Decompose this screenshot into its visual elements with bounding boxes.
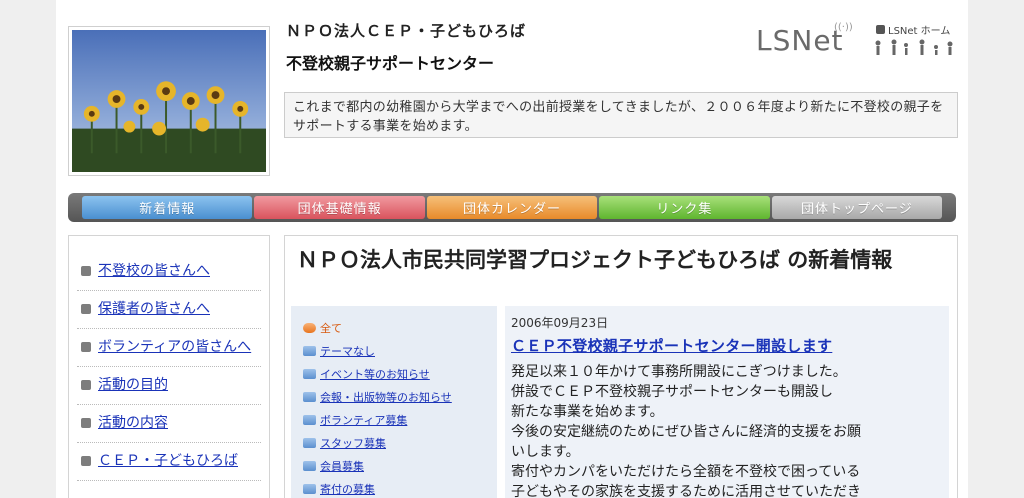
- nav-basic-info[interactable]: 団体基礎情報: [254, 196, 425, 219]
- bullet-icon: [81, 418, 91, 428]
- sidebar-item-label[interactable]: ボランティアの皆さんへ: [98, 338, 251, 357]
- article-line: 今後の安定継続のためにぜひ皆さんに経済的支援をお願: [511, 424, 861, 440]
- category-item-staff-recruit[interactable]: スタッフ募集: [303, 431, 497, 454]
- page: ＮＰＯ法人ＣＥＰ・子どもひろば 不登校親子サポートセンター LSNet ((·)…: [56, 0, 968, 498]
- sidebar-item-label[interactable]: 活動の目的: [98, 376, 168, 395]
- category-active-icon: [303, 322, 316, 333]
- category-label[interactable]: テーマなし: [320, 343, 375, 359]
- category-label[interactable]: ボランティア募集: [320, 412, 407, 428]
- article-line: 発足以来１０年かけて事務所開設にこぎつけました。: [511, 364, 847, 380]
- news-article: 2006年09月23日 ＣＥＰ不登校親子サポートセンター開設します 発足以来１０…: [505, 306, 949, 498]
- category-label[interactable]: 会員募集: [320, 458, 364, 474]
- sidebar: 不登校の皆さんへ 保護者の皆さんへ ボランティアの皆さんへ 活動の目的 活動の内…: [68, 235, 270, 498]
- category-label[interactable]: イベント等のお知らせ: [320, 366, 430, 382]
- category-list: 全て テーマなし イベント等のお知らせ 会報・出版物等のお知らせ ボランティア募…: [291, 306, 497, 498]
- category-item-all[interactable]: 全て: [303, 316, 497, 339]
- sidebar-item-cep[interactable]: ＣＥＰ・子どもひろば: [77, 443, 261, 481]
- article-title-link[interactable]: ＣＥＰ不登校親子サポートセンター開設します: [511, 335, 949, 356]
- category-item-member-recruit[interactable]: 会員募集: [303, 454, 497, 477]
- bullet-icon: [81, 304, 91, 314]
- bullet-icon: [81, 266, 91, 276]
- lsnet-home-label: LSNet ホーム: [888, 26, 951, 37]
- article-line: 新たな事業を始めます。: [511, 404, 664, 420]
- sidebar-item-label[interactable]: 保護者の皆さんへ: [98, 300, 210, 319]
- article-line: 寄付やカンパをいただけたら全額を不登校で困っている: [511, 464, 861, 480]
- folder-icon: [303, 368, 316, 379]
- nav-top-page[interactable]: 団体トップページ: [771, 196, 943, 219]
- nav-whats-new[interactable]: 新着情報: [82, 196, 253, 219]
- category-item-events[interactable]: イベント等のお知らせ: [303, 362, 497, 385]
- sidebar-item-activities[interactable]: 活動の内容: [77, 405, 261, 443]
- sidebar-item-parents[interactable]: 保護者の皆さんへ: [77, 291, 261, 329]
- nav-links[interactable]: リンク集: [599, 196, 770, 219]
- article-line: 子どもやその家族を支援するために活用させていただき: [511, 484, 861, 498]
- article-line: 併設でＣＥＰ不登校親子サポートセンターも開設し: [511, 384, 833, 400]
- intro-text: これまで都内の幼稚園から大学までへの出前授業をしてきましたが、２００６年度より新…: [284, 92, 958, 138]
- sidebar-item-truants[interactable]: 不登校の皆さんへ: [77, 250, 261, 291]
- category-label[interactable]: 寄付の募集: [320, 481, 375, 497]
- page-title: ＮＰＯ法人市民共同学習プロジェクト子どもひろば の新着情報: [297, 248, 893, 272]
- sidebar-item-label[interactable]: 不登校の皆さんへ: [98, 262, 210, 281]
- sunflower-photo: [68, 26, 270, 176]
- sunflower-image: [72, 30, 266, 172]
- org-name: ＮＰＯ法人ＣＥＰ・子どもひろば: [286, 22, 527, 40]
- category-label[interactable]: 全て: [320, 320, 342, 336]
- sidebar-item-volunteers[interactable]: ボランティアの皆さんへ: [77, 329, 261, 367]
- signal-icon: ((·)): [834, 22, 853, 33]
- folder-icon: [303, 391, 316, 402]
- sidebar-item-purpose[interactable]: 活動の目的: [77, 367, 261, 405]
- people-figures-icon: [875, 39, 953, 55]
- folder-icon: [303, 460, 316, 471]
- lsnet-logo[interactable]: LSNet: [756, 24, 844, 57]
- article-date: 2006年09月23日: [511, 316, 609, 330]
- category-label[interactable]: 会報・出版物等のお知らせ: [320, 389, 452, 405]
- bullet-icon: [81, 380, 91, 390]
- home-icon: [876, 25, 885, 34]
- sidebar-item-label[interactable]: ＣＥＰ・子どもひろば: [98, 452, 238, 471]
- folder-icon: [303, 437, 316, 448]
- folder-icon: [303, 483, 316, 494]
- category-item-publications[interactable]: 会報・出版物等のお知らせ: [303, 385, 497, 408]
- article-line: いします。: [511, 444, 580, 460]
- center-name: 不登校親子サポートセンター: [286, 54, 495, 73]
- bullet-icon: [81, 342, 91, 352]
- category-label[interactable]: スタッフ募集: [320, 435, 386, 451]
- lsnet-home-link[interactable]: LSNet ホーム: [876, 22, 950, 37]
- folder-icon: [303, 414, 316, 425]
- article-body: 発足以来１０年かけて事務所開設にこぎつけました。 併設でＣＥＰ不登校親子サポート…: [511, 362, 911, 498]
- sidebar-item-label[interactable]: 活動の内容: [98, 414, 168, 433]
- main-navbar: 新着情報 団体基礎情報 団体カレンダー リンク集 団体トップページ: [68, 193, 956, 222]
- folder-icon: [303, 345, 316, 356]
- category-item-no-theme[interactable]: テーマなし: [303, 339, 497, 362]
- category-item-volunteer-recruit[interactable]: ボランティア募集: [303, 408, 497, 431]
- nav-calendar[interactable]: 団体カレンダー: [426, 196, 598, 219]
- bullet-icon: [81, 456, 91, 466]
- main-content: ＮＰＯ法人市民共同学習プロジェクト子どもひろば の新着情報 全て テーマなし イ…: [284, 235, 958, 498]
- category-item-donations[interactable]: 寄付の募集: [303, 477, 497, 498]
